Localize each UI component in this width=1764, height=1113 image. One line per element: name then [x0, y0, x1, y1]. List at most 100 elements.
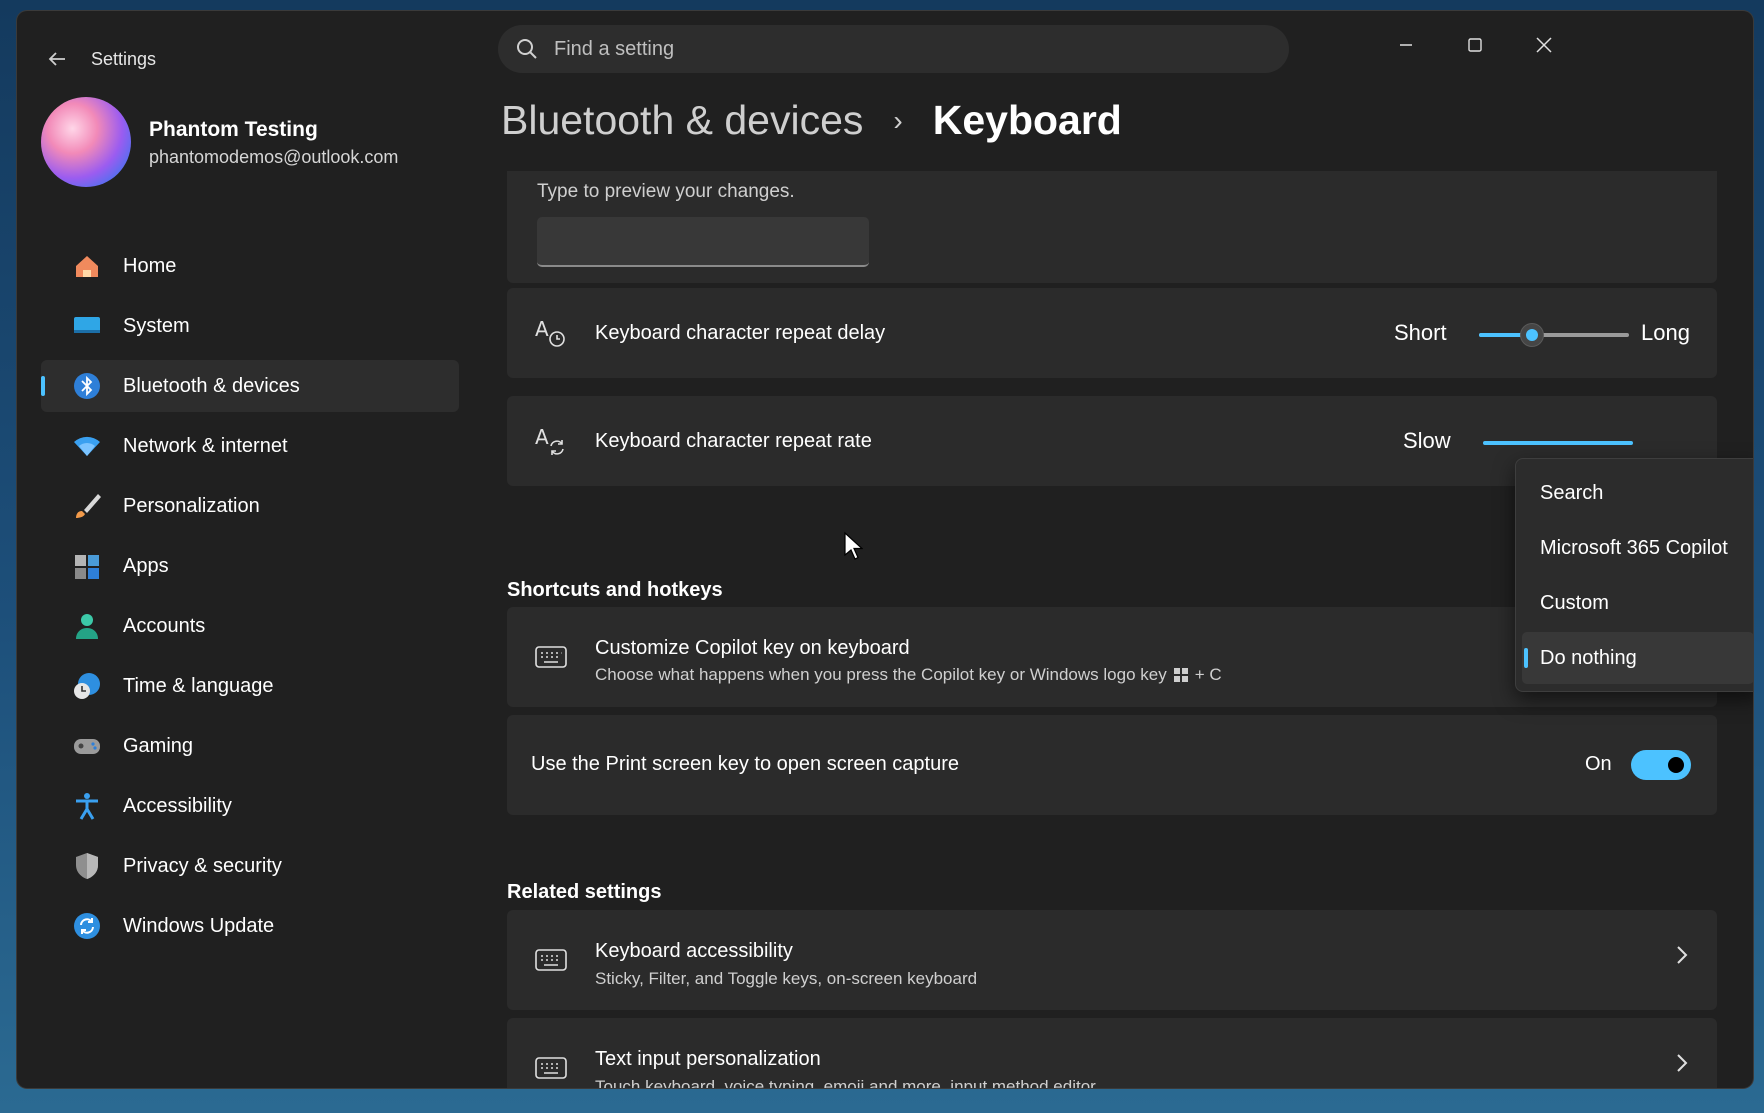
maximize-icon — [1468, 38, 1482, 52]
svg-text:A: A — [535, 317, 549, 341]
system-icon — [71, 310, 103, 342]
sidebar-item-label: Personalization — [123, 494, 260, 517]
update-icon — [71, 910, 103, 942]
related-item-text-input[interactable]: Text input personalization Touch keyboar… — [507, 1018, 1717, 1088]
sidebar-item-label: Bluetooth & devices — [123, 374, 300, 397]
settings-window: Settings Find a setting Phantom Testing … — [17, 11, 1753, 1088]
apps-icon — [71, 550, 103, 582]
sidebar-item-bluetooth[interactable]: Bluetooth & devices — [41, 360, 459, 412]
chevron-right-icon — [1675, 1050, 1689, 1081]
sidebar-item-label: Accounts — [123, 614, 206, 637]
preview-card: Type to preview your changes. — [507, 171, 1717, 283]
sidebar-item-gaming[interactable]: Gaming — [41, 720, 459, 772]
mouse-cursor-icon — [844, 531, 863, 560]
sidebar-item-windows-update[interactable]: Windows Update — [41, 900, 459, 952]
slider-min-label: Slow — [1403, 428, 1451, 453]
menu-item-do-nothing[interactable]: Do nothing — [1522, 632, 1753, 684]
page-title: Keyboard — [932, 97, 1122, 143]
clock-globe-icon — [71, 670, 103, 702]
sidebar-item-label: Accessibility — [123, 794, 232, 817]
sidebar-item-apps[interactable]: Apps — [41, 540, 459, 592]
repeat-delay-title: Keyboard character repeat delay — [595, 322, 886, 344]
related-item-subtitle: Touch keyboard, voice typing, emoji and … — [595, 1077, 1096, 1088]
breadcrumb: Bluetooth & devices › Keyboard — [501, 97, 1122, 144]
profile-name: Phantom Testing — [149, 118, 318, 141]
gamepad-icon — [71, 730, 103, 762]
sidebar-item-network[interactable]: Network & internet — [41, 420, 459, 472]
sidebar-item-label: Network & internet — [123, 434, 288, 457]
repeat-rate-title: Keyboard character repeat rate — [595, 430, 872, 452]
sidebar-item-label: Privacy & security — [123, 854, 282, 877]
repeat-delay-icon: A — [533, 315, 569, 351]
copilot-key-title: Customize Copilot key on keyboard — [595, 637, 910, 659]
sidebar-item-label: Windows Update — [123, 914, 275, 937]
repeat-rate-icon: A — [533, 423, 569, 459]
chevron-right-icon — [1675, 942, 1689, 973]
copilot-key-subtitle-text: Choose what happens when you press the C… — [595, 665, 1167, 684]
sidebar-item-privacy[interactable]: Privacy & security — [41, 840, 459, 892]
app-title: Settings — [91, 49, 157, 69]
bluetooth-icon — [71, 370, 103, 402]
repeat-delay-slider[interactable] — [1479, 323, 1629, 347]
search-icon — [517, 39, 537, 59]
menu-item-m365-copilot[interactable]: Microsoft 365 Copilot — [1522, 522, 1753, 574]
breadcrumb-separator: › — [893, 104, 903, 136]
menu-item-search[interactable]: Search — [1522, 467, 1753, 519]
shield-icon — [71, 850, 103, 882]
maximize-button[interactable] — [1445, 23, 1505, 67]
accessibility-icon — [71, 790, 103, 822]
related-item-title: Keyboard accessibility — [595, 940, 793, 962]
repeat-delay-row: A Keyboard character repeat delay Short … — [507, 288, 1717, 378]
related-item-keyboard-accessibility[interactable]: Keyboard accessibility Sticky, Filter, a… — [507, 910, 1717, 1010]
avatar[interactable] — [41, 97, 131, 187]
section-title-shortcuts: Shortcuts and hotkeys — [507, 579, 723, 601]
minimize-button[interactable] — [1376, 23, 1436, 67]
home-icon — [71, 250, 103, 282]
search-input[interactable]: Find a setting — [498, 25, 1289, 73]
keyboard-icon — [533, 942, 569, 978]
breadcrumb-parent[interactable]: Bluetooth & devices — [501, 97, 863, 144]
copilot-key-dropdown-menu: Search Microsoft 365 Copilot Custom Do n… — [1515, 458, 1753, 692]
keyboard-icon — [533, 639, 569, 675]
sidebar-item-accounts[interactable]: Accounts — [41, 600, 459, 652]
search-placeholder: Find a setting — [554, 37, 675, 60]
print-screen-title: Use the Print screen key to open screen … — [531, 753, 960, 775]
sidebar-item-time-language[interactable]: Time & language — [41, 660, 459, 712]
copilot-key-subtitle-suffix: + C — [1194, 665, 1222, 684]
slider-thumb[interactable] — [1519, 323, 1544, 347]
menu-item-custom[interactable]: Custom — [1522, 577, 1753, 629]
wifi-icon — [71, 430, 103, 462]
print-screen-row: Use the Print screen key to open screen … — [507, 715, 1717, 815]
preview-label: Type to preview your changes. — [537, 181, 795, 202]
windows-logo-icon — [1173, 668, 1188, 682]
brush-icon — [71, 490, 103, 522]
copilot-key-subtitle: Choose what happens when you press the C… — [595, 665, 1222, 685]
sidebar-nav: Home System Bluetooth & devices Network … — [41, 240, 459, 960]
sidebar-item-label: Time & language — [123, 674, 274, 697]
close-button[interactable] — [1514, 23, 1574, 67]
toggle-state-label: On — [1585, 753, 1612, 775]
slider-min-label: Short — [1394, 320, 1447, 345]
profile-email: phantomodemos@outlook.com — [149, 147, 399, 167]
print-screen-toggle[interactable] — [1631, 750, 1691, 780]
sidebar-item-label: Apps — [123, 554, 169, 577]
keyboard-icon — [533, 1050, 569, 1086]
svg-text:A: A — [535, 425, 549, 449]
close-icon — [1536, 37, 1552, 53]
sidebar-item-label: Home — [123, 254, 177, 277]
accounts-icon — [71, 610, 103, 642]
related-item-title: Text input personalization — [595, 1048, 821, 1070]
related-item-subtitle: Sticky, Filter, and Toggle keys, on-scre… — [595, 969, 978, 988]
back-arrow-icon[interactable] — [39, 41, 75, 77]
sidebar-item-accessibility[interactable]: Accessibility — [41, 780, 459, 832]
sidebar-item-system[interactable]: System — [41, 300, 459, 352]
slider-max-label: Long — [1641, 320, 1690, 345]
sidebar-item-label: System — [123, 314, 190, 337]
section-title-related: Related settings — [507, 881, 662, 903]
sidebar-item-label: Gaming — [123, 734, 194, 757]
preview-input[interactable] — [537, 217, 869, 267]
sidebar-item-home[interactable]: Home — [41, 240, 459, 292]
repeat-rate-slider[interactable] — [1483, 441, 1633, 445]
sidebar-item-personalization[interactable]: Personalization — [41, 480, 459, 532]
minimize-icon — [1400, 44, 1412, 46]
